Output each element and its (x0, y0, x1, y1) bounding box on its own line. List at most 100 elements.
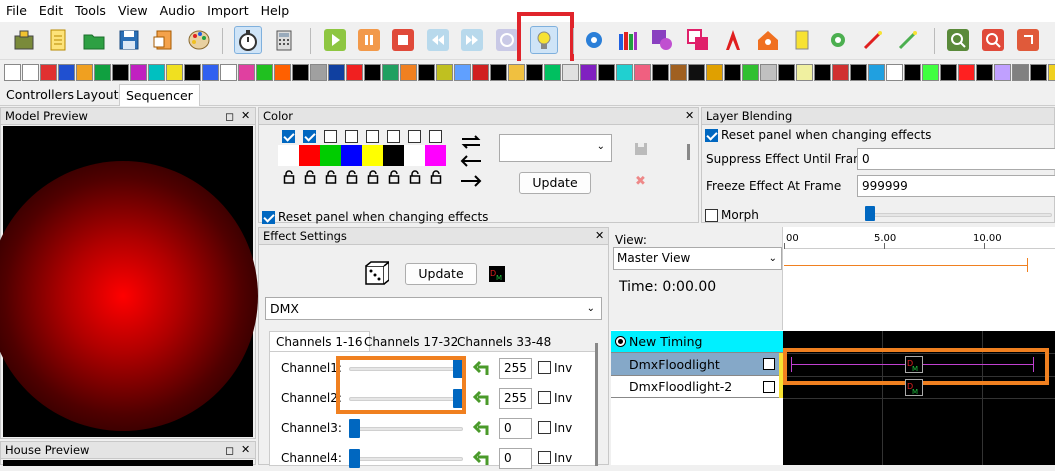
palette-select[interactable]: ⌄ (499, 134, 612, 162)
channel-invert-checkbox[interactable] (538, 391, 551, 404)
effect-tool-icon[interactable] (850, 63, 867, 81)
effect-update-button[interactable]: Update (405, 263, 477, 285)
effect-tool-icon[interactable] (940, 63, 957, 81)
rewind-icon[interactable] (424, 26, 452, 54)
save-palette-icon[interactable] (634, 142, 648, 156)
zoom-out-icon[interactable] (979, 26, 1007, 54)
effect-tool-icon[interactable] (634, 63, 651, 81)
palette-checkbox[interactable] (366, 130, 379, 143)
model-row-header[interactable]: DmxFloodlight-2 (611, 376, 783, 398)
palette-checkbox[interactable] (408, 130, 421, 143)
scrollbar[interactable] (687, 144, 690, 160)
zoom-in-icon[interactable] (944, 26, 972, 54)
view-select[interactable]: Master View ⌄ (613, 247, 782, 270)
tab-controllers[interactable]: Controllers (0, 84, 80, 106)
reset-arrow-icon[interactable] (472, 448, 492, 468)
effect-tool-icon[interactable] (562, 63, 579, 81)
lock-icon[interactable] (346, 170, 358, 184)
effect-tool-icon[interactable] (724, 63, 741, 81)
fast-forward-icon[interactable] (458, 26, 486, 54)
effect-tool-icon[interactable] (868, 63, 885, 81)
open-folder-icon[interactable] (80, 26, 108, 54)
tab-channels-33-48[interactable]: Channels 33-48 (457, 332, 551, 352)
menu-import[interactable]: Import (201, 0, 255, 22)
effect-tool-icon[interactable] (688, 63, 705, 81)
effect-tool-icon[interactable] (814, 63, 831, 81)
new-file-icon[interactable] (44, 26, 72, 54)
close-icon[interactable]: ✕ (595, 229, 604, 242)
scrollbar[interactable] (595, 343, 598, 466)
swap-icon[interactable] (459, 134, 483, 150)
effect-tool-icon[interactable] (454, 63, 471, 81)
channel-slider-track[interactable] (349, 457, 463, 461)
channel-value-input[interactable]: 255 (499, 388, 532, 409)
menu-tools[interactable]: Tools (69, 0, 112, 22)
effect-tool-icon[interactable] (1012, 63, 1029, 81)
palette-swatch[interactable] (320, 145, 341, 166)
menu-audio[interactable]: Audio (154, 0, 202, 22)
timeline-ruler[interactable]: 00 5.00 10.00 (784, 227, 1055, 330)
tab-sequencer[interactable]: Sequencer (119, 84, 200, 106)
effect-tool-icon[interactable] (904, 63, 921, 81)
effect-tool-icon[interactable] (94, 63, 111, 81)
effect-tool-icon[interactable] (616, 63, 633, 81)
channel-slider-thumb[interactable] (349, 419, 360, 438)
close-icon[interactable]: ✕ (685, 109, 694, 122)
reset-arrow-icon[interactable] (472, 418, 492, 438)
color-gear-icon[interactable] (648, 26, 676, 54)
effect-tool-icon[interactable] (184, 63, 201, 81)
house-icon[interactable] (754, 26, 782, 54)
wand-icon[interactable] (859, 26, 887, 54)
dice-icon[interactable] (363, 260, 392, 287)
palette-swatch[interactable] (278, 145, 299, 166)
export-icon[interactable] (1014, 26, 1042, 54)
lock-icon[interactable] (388, 170, 400, 184)
layers-icon[interactable] (684, 26, 712, 54)
effect-tool-icon[interactable] (256, 63, 273, 81)
effect-tool-icon[interactable] (346, 63, 363, 81)
effect-tool-icon[interactable] (760, 63, 777, 81)
morph-slider-thumb[interactable] (865, 206, 875, 221)
effect-tool-icon[interactable] (4, 63, 21, 81)
channel-slider-track[interactable] (349, 427, 463, 431)
palette-swatch[interactable] (299, 145, 320, 166)
palette-checkbox[interactable] (387, 130, 400, 143)
dmx-effect-icon[interactable]: DM (905, 379, 923, 396)
effect-tool-icon[interactable] (1030, 63, 1047, 81)
channel-invert-checkbox[interactable] (538, 361, 551, 374)
effect-tool-icon[interactable] (274, 63, 291, 81)
palette-swatch[interactable] (362, 145, 383, 166)
channel-value-input[interactable]: 255 (499, 358, 532, 379)
model-visible-checkbox[interactable] (763, 358, 775, 370)
effect-tool-icon[interactable] (742, 63, 759, 81)
lock-icon[interactable] (430, 170, 442, 184)
calculator-icon[interactable] (270, 26, 298, 54)
effect-tool-icon[interactable] (112, 63, 129, 81)
reset-arrow-icon[interactable] (472, 358, 492, 378)
effect-tool-icon[interactable] (1048, 63, 1055, 81)
effect-tool-icon[interactable] (508, 63, 525, 81)
stopwatch-icon[interactable] (234, 26, 262, 54)
effect-tool-icon[interactable] (238, 63, 255, 81)
effect-tool-icon[interactable] (292, 63, 309, 81)
effect-tool-icon[interactable] (994, 63, 1011, 81)
effect-tool-icon[interactable] (130, 63, 147, 81)
blend-reset-checkbox[interactable] (705, 128, 718, 142)
menu-edit[interactable]: Edit (33, 0, 69, 22)
close-icon[interactable]: ✕ (241, 443, 250, 456)
arrow-left-icon[interactable] (459, 154, 483, 168)
delete-palette-icon[interactable]: ✖ (635, 175, 647, 188)
model-row-header[interactable]: DmxFloodlight (611, 353, 783, 376)
morph-checkbox[interactable] (705, 208, 718, 222)
effect-tool-icon[interactable] (652, 63, 669, 81)
effect-tool-icon[interactable] (148, 63, 165, 81)
dmx-effect-icon[interactable]: DM (905, 356, 923, 373)
palette-swatch[interactable] (425, 145, 446, 166)
palette-checkbox[interactable] (324, 130, 337, 143)
effect-tool-icon[interactable] (220, 63, 237, 81)
timing-radio[interactable] (615, 336, 626, 347)
effect-tool-icon[interactable] (922, 63, 939, 81)
channel-slider-thumb[interactable] (349, 449, 360, 468)
freeze-input[interactable]: 999999 (857, 175, 1055, 197)
effect-tool-icon[interactable] (400, 63, 417, 81)
